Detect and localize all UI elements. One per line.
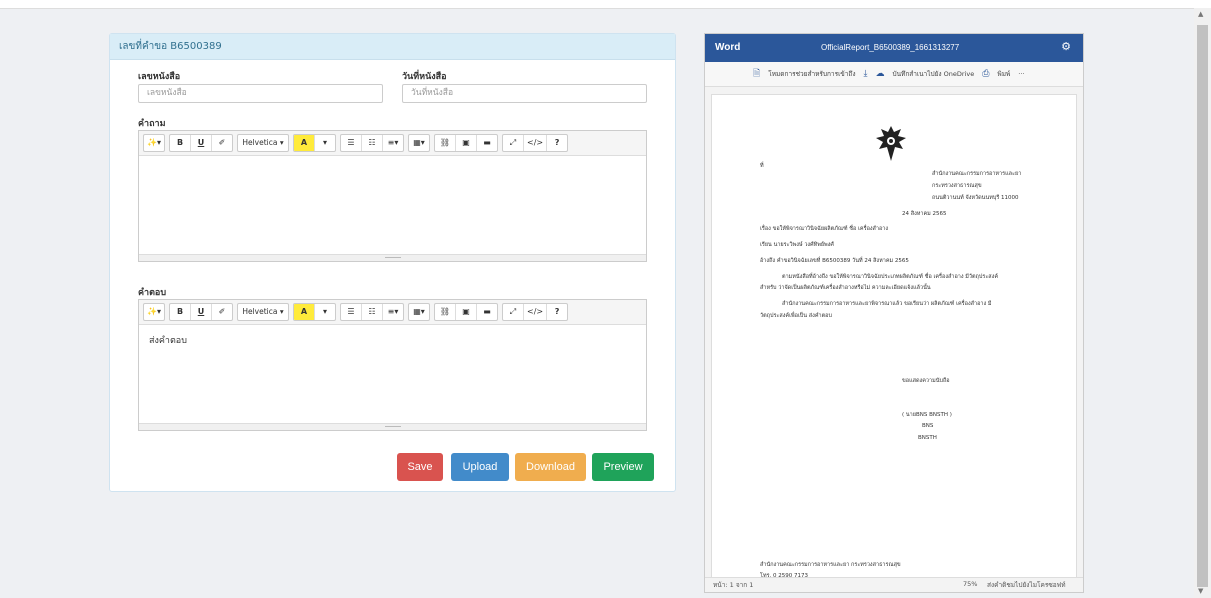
question-editor-body[interactable] xyxy=(139,156,646,172)
answer-resize-handle[interactable] xyxy=(139,423,646,430)
word-viewer: Word OfficialReport_B6500389_1661313277 … xyxy=(704,33,1084,593)
question-resize-handle[interactable] xyxy=(139,254,646,261)
doc-signer-line3: BNSTH xyxy=(918,435,937,441)
doc-footer-org: สำนักงานคณะกรรมการอาหารและยา กระทรวงสาธา… xyxy=(760,562,901,568)
doc-number-label: เลขหนังสือ xyxy=(138,72,181,82)
fullscreen-icon[interactable]: ⤢ xyxy=(503,304,524,320)
question-label: คำถาม xyxy=(138,119,166,129)
color-dropdown-icon[interactable]: ▾ xyxy=(315,304,335,320)
doc-org-line3: ถนนติวานนท์ จังหวัดนนทบุรี 11000 xyxy=(932,195,1019,201)
paragraph-align-dropdown[interactable]: ≡▾ xyxy=(383,304,403,320)
table-dropdown[interactable]: ▦▾ xyxy=(409,135,429,151)
underline-button[interactable]: U xyxy=(191,304,212,320)
cloud-icon: ☁ xyxy=(875,69,885,79)
doc-signer-line2: BNS xyxy=(922,423,934,429)
doc-refer: อ้างถึง คำขอวินิจฉัยเลขที่ B6500389 วันท… xyxy=(760,258,909,264)
image-icon[interactable]: ▣ xyxy=(456,304,477,320)
eraser-icon[interactable]: ✐ xyxy=(212,304,232,320)
scrollbar-thumb[interactable] xyxy=(1197,25,1208,587)
color-dropdown-icon[interactable]: ▾ xyxy=(315,135,335,151)
text-color-button[interactable]: A xyxy=(294,135,315,151)
doc-para1b: สำหรับ ว่าจัดเป็นผลิตภัณฑ์เครื่องสำอางหร… xyxy=(760,285,931,291)
print-button[interactable]: พิมพ์ xyxy=(997,69,1010,79)
doc-to: เรียน นายระวิพงษ์ วงศ์ทิพย์พงศ์ xyxy=(760,242,834,248)
page-indicator: หน้า: 1 จาก 1 xyxy=(713,581,754,589)
download-button[interactable]: Download xyxy=(515,453,586,481)
doc-org-line1: สำนักงานคณะกรรมการอาหารและยา xyxy=(932,171,1022,177)
panel-title: เลขที่คำขอ B6500389 xyxy=(110,34,675,60)
feedback-link[interactable]: ส่งคำติชมไปยังไมโครซอฟท์ xyxy=(987,580,1066,590)
doc-date-input[interactable]: วันที่หนังสือ xyxy=(402,84,647,103)
word-file-name: OfficialReport_B6500389_1661313277 xyxy=(821,43,960,52)
code-view-icon[interactable]: </> xyxy=(524,304,548,320)
doc-subject: เรื่อง ขอให้พิจารณาวินิจฉัยผลิตภัณฑ์ ชื่… xyxy=(760,226,889,232)
ordered-list-icon[interactable]: ☷ xyxy=(362,304,383,320)
code-view-icon[interactable]: </> xyxy=(524,135,548,151)
more-options-button[interactable]: ··· xyxy=(1018,70,1024,78)
fullscreen-icon[interactable]: ⤢ xyxy=(503,135,524,151)
answer-editor[interactable]: ✨▾ B U ✐ Helvetica ▾ A ▾ ☰ ☷ ≡▾ ▦▾ ⛓ ▣ ▬ xyxy=(138,299,647,431)
video-icon[interactable]: ▬ xyxy=(477,135,497,151)
request-panel: เลขที่คำขอ B6500389 เลขหนังสือ เลขหนังสื… xyxy=(109,33,676,492)
download-icon[interactable]: ⤓ xyxy=(864,69,868,79)
underline-button[interactable]: U xyxy=(191,135,212,151)
doc-para2b: วัตถุประสงค์เพื่อเป็น ส่งคำตอบ xyxy=(760,313,832,319)
save-button[interactable]: Save xyxy=(397,453,443,481)
document-page: ที่ สำนักงานคณะกรรมการอาหารและยา กระทรวง… xyxy=(711,94,1077,579)
document-icon: 🗎 xyxy=(753,69,761,79)
doc-signer-name: ( นายBNS BNSTH ) xyxy=(902,412,952,418)
word-header: Word OfficialReport_B6500389_1661313277 … xyxy=(705,34,1083,62)
preview-button[interactable]: Preview xyxy=(592,453,654,481)
font-family-dropdown[interactable]: Helvetica ▾ xyxy=(238,135,288,151)
ordered-list-icon[interactable]: ☷ xyxy=(362,135,383,151)
word-app-name: Word xyxy=(715,42,741,53)
print-icon: ⎙ xyxy=(982,69,990,79)
word-status-bar: หน้า: 1 จาก 1 75% ส่งคำติชมไปยังไมโครซอฟ… xyxy=(705,577,1083,592)
doc-closing: ขอแสดงความนับถือ xyxy=(902,378,950,384)
page-scrollbar[interactable]: ▲ ▼ xyxy=(1194,8,1211,598)
magic-style-button[interactable]: ✨▾ xyxy=(144,304,164,320)
help-icon[interactable]: ? xyxy=(547,304,567,320)
gear-icon[interactable]: ⚙ xyxy=(1061,40,1071,53)
link-icon[interactable]: ⛓ xyxy=(435,135,456,151)
doc-para2a: สำนักงานคณะกรรมการอาหารและยาพิจารณาแล้ว … xyxy=(782,301,992,307)
answer-editor-toolbar: ✨▾ B U ✐ Helvetica ▾ A ▾ ☰ ☷ ≡▾ ▦▾ ⛓ ▣ ▬ xyxy=(139,300,646,325)
doc-org-line2: กระทรวงสาธารณสุข xyxy=(932,183,982,189)
doc-ref: ที่ xyxy=(760,163,764,169)
doc-date: 24 สิงหาคม 2565 xyxy=(902,211,947,217)
browser-top-bar xyxy=(0,0,1211,9)
paragraph-align-dropdown[interactable]: ≡▾ xyxy=(383,135,403,151)
scroll-up-icon[interactable]: ▲ xyxy=(1198,10,1203,18)
link-icon[interactable]: ⛓ xyxy=(435,304,456,320)
answer-editor-body[interactable]: ส่งคำตอบ xyxy=(139,325,646,355)
eraser-icon[interactable]: ✐ xyxy=(212,135,232,151)
doc-number-input[interactable]: เลขหนังสือ xyxy=(138,84,383,103)
doc-para1a: ตามหนังสือที่อ้างถึง ขอให้พิจารณาวินิจฉั… xyxy=(782,274,999,280)
save-onedrive-button[interactable]: บันทึกสำเนาไปยัง OneDrive xyxy=(892,69,974,79)
answer-label: คำตอบ xyxy=(138,288,167,298)
zoom-level[interactable]: 75% xyxy=(963,580,977,588)
bold-button[interactable]: B xyxy=(170,304,191,320)
accessibility-mode-button[interactable]: โหมดการช่วยสำหรับการเข้าถึง xyxy=(768,69,855,79)
unordered-list-icon[interactable]: ☰ xyxy=(341,135,362,151)
text-color-button[interactable]: A xyxy=(294,304,315,320)
video-icon[interactable]: ▬ xyxy=(477,304,497,320)
table-dropdown[interactable]: ▦▾ xyxy=(409,304,429,320)
question-editor-toolbar: ✨▾ B U ✐ Helvetica ▾ A ▾ ☰ ☷ ≡▾ ▦▾ ⛓ ▣ ▬ xyxy=(139,131,646,156)
magic-style-button[interactable]: ✨▾ xyxy=(144,135,164,151)
doc-date-label: วันที่หนังสือ xyxy=(402,72,447,82)
image-icon[interactable]: ▣ xyxy=(456,135,477,151)
question-editor[interactable]: ✨▾ B U ✐ Helvetica ▾ A ▾ ☰ ☷ ≡▾ ▦▾ ⛓ ▣ ▬ xyxy=(138,130,647,262)
garuda-emblem-icon xyxy=(876,126,906,161)
unordered-list-icon[interactable]: ☰ xyxy=(341,304,362,320)
font-family-dropdown[interactable]: Helvetica ▾ xyxy=(238,304,288,320)
help-icon[interactable]: ? xyxy=(547,135,567,151)
upload-button[interactable]: Upload xyxy=(451,453,509,481)
bold-button[interactable]: B xyxy=(170,135,191,151)
word-toolbar: 🗎 โหมดการช่วยสำหรับการเข้าถึง ⤓ ☁ บันทึก… xyxy=(705,62,1083,87)
scroll-down-icon[interactable]: ▼ xyxy=(1198,587,1203,595)
